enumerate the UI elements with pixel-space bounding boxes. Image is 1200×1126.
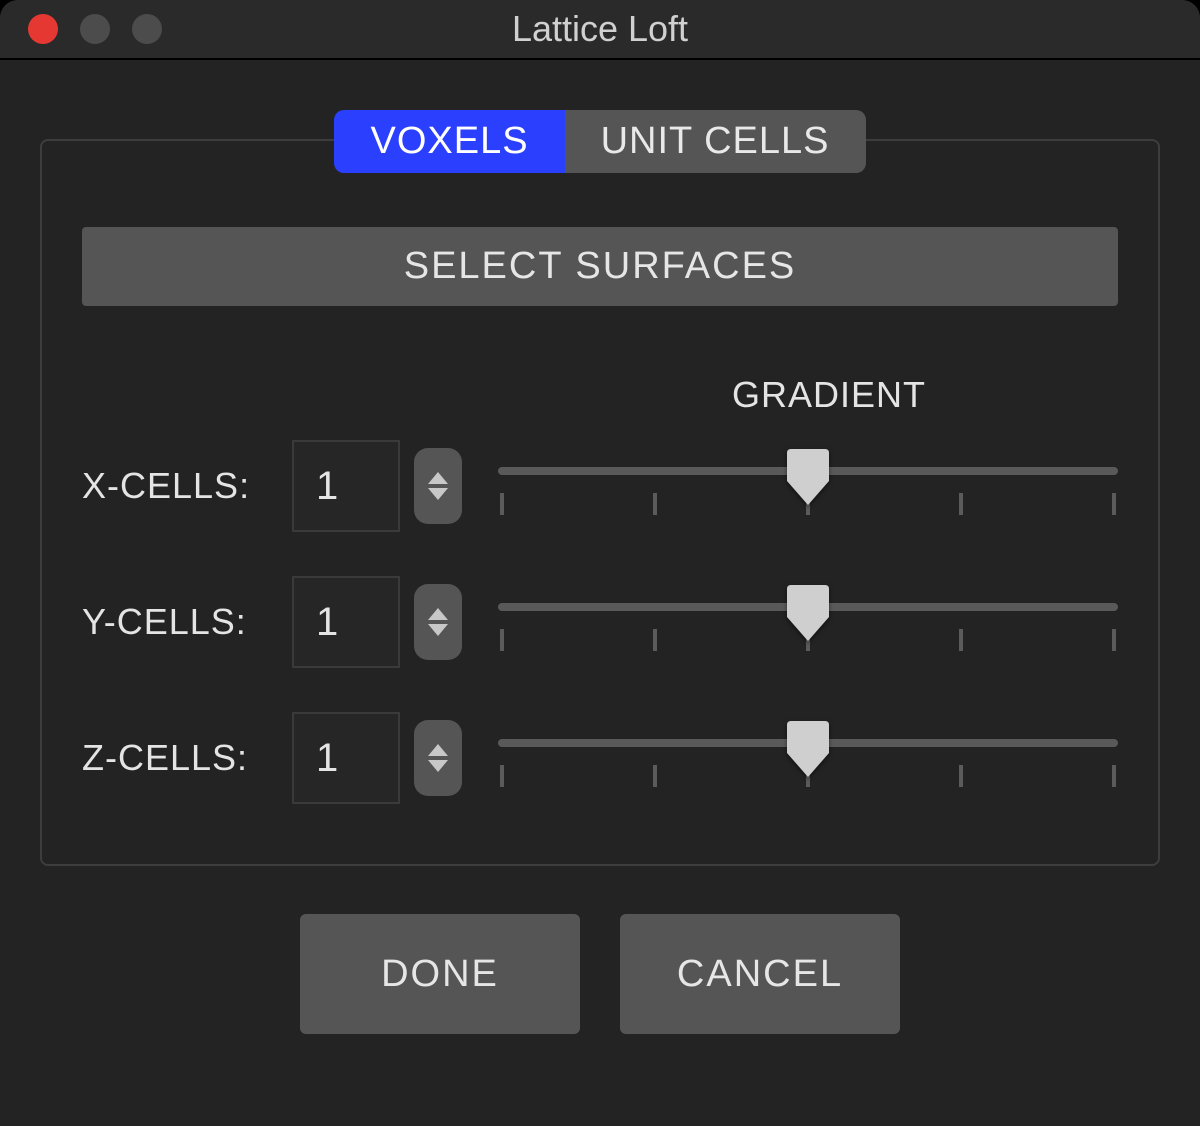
chevron-up-icon xyxy=(428,608,448,620)
y-cells-stepper[interactable] xyxy=(414,584,462,660)
x-cells-stepper[interactable] xyxy=(414,448,462,524)
chevron-down-icon xyxy=(428,488,448,500)
titlebar: Lattice Loft xyxy=(0,0,1200,60)
y-cells-label: Y-CELLS: xyxy=(82,601,292,643)
minimize-window-button[interactable] xyxy=(80,14,110,44)
y-cells-row: Y-CELLS: 1 xyxy=(82,576,1118,668)
chevron-up-icon xyxy=(428,472,448,484)
z-cells-label: Z-CELLS: xyxy=(82,737,292,779)
content-area: VOXELS UNIT CELLS SELECT SURFACES GRADIE… xyxy=(0,60,1200,1034)
y-cells-input[interactable]: 1 xyxy=(292,576,400,668)
z-cells-row: Z-CELLS: 1 xyxy=(82,712,1118,804)
sliders-section: GRADIENT X-CELLS: 1 xyxy=(82,386,1118,804)
z-cells-stepper[interactable] xyxy=(414,720,462,796)
zoom-window-button[interactable] xyxy=(132,14,162,44)
tab-voxels[interactable]: VOXELS xyxy=(334,110,564,173)
slider-thumb[interactable] xyxy=(787,721,829,779)
slider-thumb[interactable] xyxy=(787,585,829,643)
chevron-up-icon xyxy=(428,744,448,756)
slider-thumb[interactable] xyxy=(787,449,829,507)
dialog-window: Lattice Loft VOXELS UNIT CELLS SELECT SU… xyxy=(0,0,1200,1126)
y-gradient-slider[interactable] xyxy=(498,587,1118,657)
z-gradient-slider[interactable] xyxy=(498,723,1118,793)
z-cells-input[interactable]: 1 xyxy=(292,712,400,804)
window-title: Lattice Loft xyxy=(512,8,688,50)
x-cells-label: X-CELLS: xyxy=(82,465,292,507)
traffic-lights xyxy=(28,14,162,44)
cancel-button[interactable]: CANCEL xyxy=(620,914,900,1034)
x-cells-row: X-CELLS: 1 xyxy=(82,440,1118,532)
select-surfaces-button[interactable]: SELECT SURFACES xyxy=(82,227,1118,306)
gradient-column-label: GRADIENT xyxy=(539,374,1119,416)
chevron-down-icon xyxy=(428,624,448,636)
x-cells-input[interactable]: 1 xyxy=(292,440,400,532)
x-gradient-slider[interactable] xyxy=(498,451,1118,521)
tab-unit-cells[interactable]: UNIT CELLS xyxy=(565,110,866,173)
panel: SELECT SURFACES GRADIENT X-CELLS: 1 xyxy=(40,139,1160,866)
chevron-down-icon xyxy=(428,760,448,772)
close-window-button[interactable] xyxy=(28,14,58,44)
tab-bar: VOXELS UNIT CELLS xyxy=(40,110,1160,173)
footer-buttons: DONE CANCEL xyxy=(40,914,1160,1034)
done-button[interactable]: DONE xyxy=(300,914,580,1034)
